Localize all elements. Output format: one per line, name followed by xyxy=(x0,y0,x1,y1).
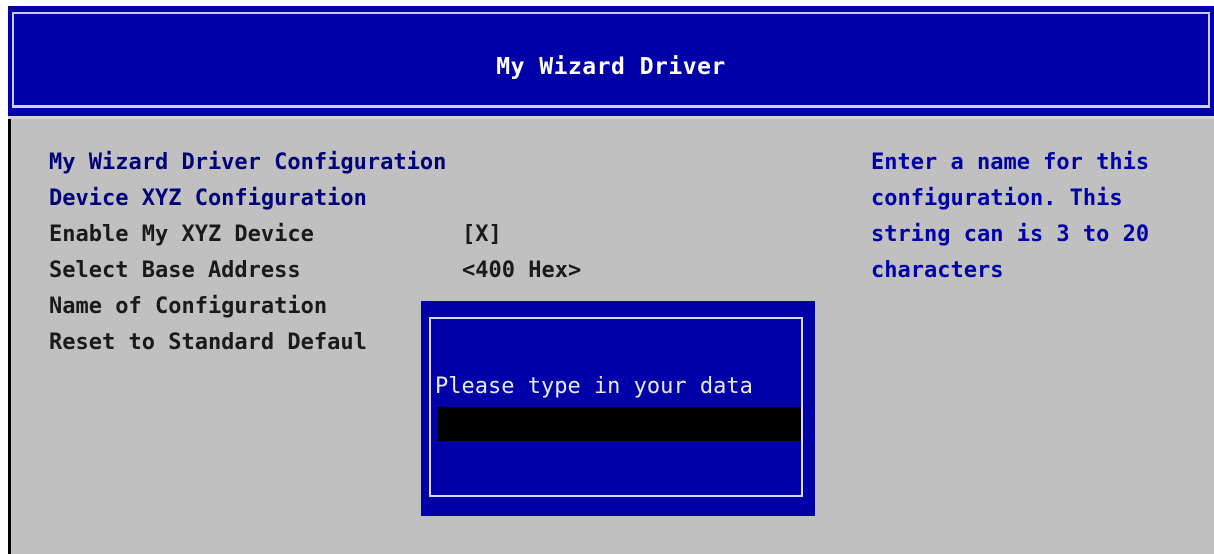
help-line: characters xyxy=(871,258,1004,283)
enable-device-label[interactable]: Enable My XYZ Device xyxy=(49,217,314,253)
config-name-input[interactable] xyxy=(438,407,801,441)
base-address-select[interactable]: <400 Hex> xyxy=(462,253,581,289)
base-address-label[interactable]: Select Base Address xyxy=(49,253,301,289)
title-frame: My Wizard Driver xyxy=(12,12,1210,108)
section-title: My Wizard Driver Configuration xyxy=(49,150,447,175)
config-name-label[interactable]: Name of Configuration xyxy=(49,289,327,325)
form-panel: My Wizard Driver Configuration Device XY… xyxy=(8,119,1214,554)
help-line: configuration. This xyxy=(871,186,1123,211)
title-bar: My Wizard Driver xyxy=(8,6,1214,119)
page-title: My Wizard Driver xyxy=(496,54,726,80)
reset-defaults-label[interactable]: Reset to Standard Defaul xyxy=(49,325,367,361)
enable-device-checkbox[interactable]: [X] xyxy=(462,217,502,253)
dialog-prompt: Please type in your data xyxy=(435,374,753,399)
data-entry-dialog: Please type in your data xyxy=(421,301,815,516)
help-line: Enter a name for this xyxy=(871,150,1150,175)
subsection-title[interactable]: Device XYZ Configuration xyxy=(49,181,367,217)
help-line: string can is 3 to 20 xyxy=(871,222,1150,247)
bios-setup-screen: My Wizard Driver My Wizard Driver Config… xyxy=(8,6,1214,554)
